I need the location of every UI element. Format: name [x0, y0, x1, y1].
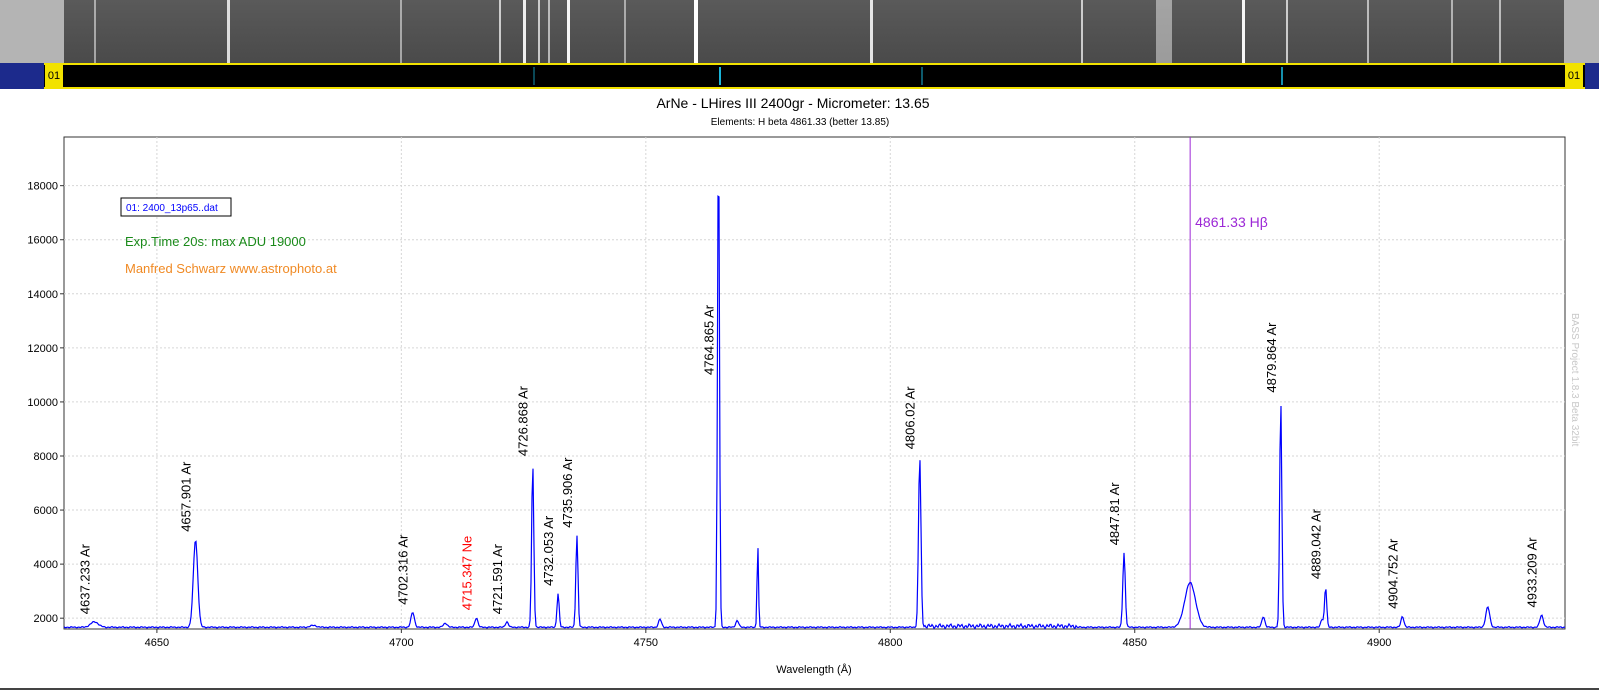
y-tick-label: 2000 [34, 613, 58, 625]
spectral-line-label: 4715.347 Ne [459, 536, 474, 610]
x-tick-label: 4800 [878, 637, 902, 649]
spectrum-image-line [1156, 0, 1172, 63]
profile-bar-line-marker [1281, 67, 1283, 85]
y-tick-label: 18000 [27, 181, 58, 193]
spectrum-image-line [1499, 0, 1501, 63]
spectrum-chart: ArNe - LHires III 2400gr - Micrometer: 1… [27, 95, 1580, 676]
spectrum-image-line [624, 0, 626, 63]
spectrum-image-line [499, 0, 501, 63]
spectral-line-label: 4657.901 Ar [179, 461, 194, 532]
profile-bar-edge-left [0, 63, 44, 89]
spectrum-image-line [1242, 0, 1245, 63]
profile-bar-line-marker [719, 67, 721, 85]
spectral-line-label: 4732.053 Ar [541, 515, 556, 586]
spectral-line-label: 4735.906 Ar [560, 457, 575, 528]
x-tick-label: 4650 [145, 637, 169, 649]
profile-bar-edge-right [1585, 63, 1599, 89]
x-tick-label: 4700 [389, 637, 413, 649]
spectral-line-label: 4764.865 Ar [702, 304, 717, 375]
x-axis-label: Wavelength (Å) [776, 663, 851, 676]
chart-subtitle: Elements: H beta 4861.33 (better 13.85) [711, 117, 889, 128]
spectrum-profile-bar: 01 01 [0, 63, 1599, 89]
profile-bar-line-marker [533, 67, 535, 85]
profile-bar-line-marker [921, 67, 923, 85]
spectrum-image-line [694, 0, 698, 63]
spectrum-image-line [1286, 0, 1288, 63]
spectrum-image-line [870, 0, 873, 63]
spectral-line-label: 4889.042 Ar [1309, 508, 1324, 579]
spectral-line-label: 4806.02 Ar [903, 386, 918, 450]
spectrum-image [64, 0, 1564, 63]
y-tick-label: 8000 [34, 451, 58, 463]
x-tick-label: 4900 [1367, 637, 1391, 649]
author-annotation: Manfred Schwarz www.astrophoto.at [125, 261, 337, 276]
spectrum-image-line [538, 0, 540, 63]
y-tick-label: 14000 [27, 289, 58, 301]
spectral-line-label: 4721.591 Ar [490, 543, 505, 614]
exposure-annotation: Exp.Time 20s: max ADU 19000 [125, 234, 306, 249]
spectral-line-label: 4702.316 Ar [396, 534, 411, 605]
spectrum-image-line [1081, 0, 1083, 63]
y-tick-label: 6000 [34, 505, 58, 517]
spectrum-image-line [523, 0, 526, 63]
spectrum-image-line [548, 0, 550, 63]
spectrum-image-line [94, 0, 96, 63]
x-tick-label: 4750 [634, 637, 658, 649]
channel-label-left: 01 [45, 65, 63, 87]
y-tick-label: 10000 [27, 397, 58, 409]
legend-entry: 01: 2400_13p65..dat [126, 203, 218, 214]
y-tick-label: 4000 [34, 559, 58, 571]
spectrum-image-line [400, 0, 402, 63]
y-tick-label: 12000 [27, 343, 58, 355]
spectrum-image-background [0, 0, 1599, 63]
channel-label-right: 01 [1565, 65, 1583, 87]
plot-area [63, 136, 1566, 630]
spectrum-image-line [1451, 0, 1453, 63]
software-watermark: BASS Project 1.8.3 Beta 32bit [1569, 313, 1580, 447]
spectral-line-label: 4933.209 Ar [1525, 537, 1540, 608]
spectrum-image-line [227, 0, 230, 63]
spectrum-image-line [567, 0, 570, 63]
chart-title: ArNe - LHires III 2400gr - Micrometer: 1… [656, 95, 929, 111]
spectrum-image-line [1367, 0, 1369, 63]
h-beta-reference-label: 4861.33 Hβ [1195, 214, 1268, 230]
spectral-line-label: 4904.752 Ar [1385, 538, 1400, 609]
spectral-line-label: 4847.81 Ar [1107, 482, 1122, 546]
y-tick-label: 16000 [27, 235, 58, 247]
spectral-line-label: 4637.233 Ar [78, 543, 93, 614]
x-tick-label: 4850 [1123, 637, 1147, 649]
profile-bar-top-border [44, 63, 1585, 65]
spectral-line-label: 4879.864 Ar [1264, 322, 1279, 393]
spectral-line-label: 4726.868 Ar [516, 385, 531, 456]
